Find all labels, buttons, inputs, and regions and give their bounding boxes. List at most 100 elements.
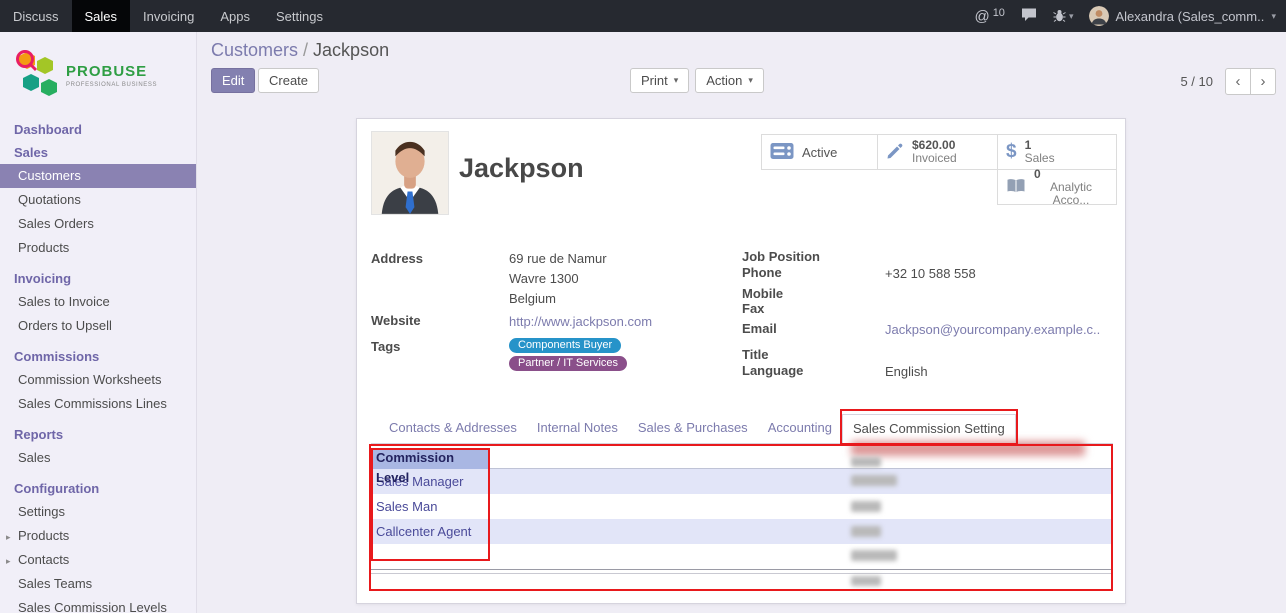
tab-accounting[interactable]: Accounting (758, 414, 842, 443)
topbar-menu-discuss[interactable]: Discuss (0, 0, 72, 32)
sidebar: PROBUSE PROFESSIONAL BUSINESS Dashboard … (0, 32, 197, 613)
address-line-3[interactable]: Belgium (509, 291, 556, 306)
tab-internal-notes[interactable]: Internal Notes (527, 414, 628, 443)
mentions-button[interactable]: @ 10 (974, 8, 1004, 25)
tag-components-buyer[interactable]: Components Buyer (509, 338, 621, 353)
topbar-menu-apps[interactable]: Apps (207, 0, 263, 32)
sidebar-item-label: Products (18, 528, 69, 543)
expand-caret-icon[interactable]: ▸ (6, 529, 11, 545)
sidebar-item-quotations[interactable]: Quotations (0, 188, 196, 212)
logo-subtitle: PROFESSIONAL BUSINESS (66, 82, 157, 88)
user-menu[interactable]: Alexandra (Sales_comm... ▾ (1089, 6, 1276, 26)
redacted-value-blur (851, 526, 881, 537)
record-title: Jackpson (459, 153, 584, 184)
main-content: Customers/Jackpson Edit Create Print ▾ A… (197, 32, 1286, 613)
analytic-accounts-stat-button[interactable]: 0 Analytic Acco... (997, 169, 1117, 205)
sidebar-item-sales-teams[interactable]: Sales Teams (0, 572, 196, 596)
address-line-2[interactable]: Wavre 1300 (509, 271, 579, 286)
sidebar-heading-invoicing[interactable]: Invoicing (0, 267, 196, 290)
print-dropdown-button[interactable]: Print ▾ (630, 68, 689, 93)
chevron-down-icon: ▾ (1271, 11, 1276, 22)
bug-icon (1053, 8, 1066, 25)
breadcrumb-current: Jackpson (313, 40, 389, 60)
mention-count-badge: 10 (993, 7, 1005, 19)
tab-label: Sales Commission Setting (853, 421, 1005, 436)
stat-label: Sales (1025, 152, 1055, 165)
sidebar-item-sales-commissions-lines[interactable]: Sales Commissions Lines (0, 392, 196, 416)
expand-caret-icon[interactable]: ▸ (6, 553, 11, 569)
phone-value[interactable]: +32 10 588 558 (885, 266, 976, 281)
topbar-menu-invoicing[interactable]: Invoicing (130, 0, 207, 32)
stat-label: Invoiced (912, 152, 957, 165)
tags-label: Tags (371, 339, 400, 354)
topbar-menu-sales[interactable]: Sales (72, 0, 131, 32)
redacted-value-blur (851, 475, 897, 486)
breadcrumb-customers-link[interactable]: Customers (211, 40, 298, 60)
sidebar-heading-dashboard[interactable]: Dashboard (0, 118, 196, 141)
invoiced-stat-button[interactable]: $620.00 Invoiced (877, 134, 998, 170)
commission-level-column-header[interactable]: Commission Level (371, 448, 490, 469)
sidebar-heading-configuration[interactable]: Configuration (0, 477, 196, 500)
pager-previous-button[interactable]: ‹ (1225, 68, 1251, 95)
stat-value: 0 (1034, 168, 1041, 181)
notebook-tabs: Contacts & Addresses Internal Notes Sale… (371, 414, 1113, 444)
website-label: Website (371, 313, 421, 328)
sidebar-item-config-contacts[interactable]: ▸ Contacts (0, 548, 196, 572)
sidebar-heading-reports[interactable]: Reports (0, 423, 196, 446)
sidebar-item-config-products[interactable]: ▸ Products (0, 524, 196, 548)
debug-menu-button[interactable]: ▾ (1053, 8, 1074, 25)
address-label: Address (371, 251, 423, 266)
topbar-right: @ 10 ▾ Alexandra (Sales_comm... ▾ (974, 0, 1286, 32)
pager-next-button[interactable]: › (1250, 68, 1276, 95)
sidebar-item-orders-to-upsell[interactable]: Orders to Upsell (0, 314, 196, 338)
sidebar-item-customers[interactable]: Customers (0, 164, 196, 188)
at-icon: @ (974, 8, 989, 25)
chevron-down-icon: ▾ (1069, 11, 1074, 22)
table-row[interactable]: Callcenter Agent (371, 519, 1113, 544)
sidebar-item-products[interactable]: Products (0, 236, 196, 260)
sidebar-section-sales: Sales Customers Quotations Sales Orders … (0, 141, 196, 260)
table-row[interactable]: Sales Manager (371, 469, 1113, 494)
sidebar-item-commission-worksheets[interactable]: Commission Worksheets (0, 368, 196, 392)
tags-field: Components Buyer Partner / IT Services (509, 338, 627, 371)
commission-level-cell: Callcenter Agent (371, 519, 490, 544)
email-link[interactable]: Jackpson@yourcompany.example.c.. (885, 322, 1100, 337)
chevron-down-icon: ▾ (674, 75, 679, 86)
topbar-menu-settings[interactable]: Settings (263, 0, 336, 32)
messages-button[interactable] (1021, 7, 1037, 25)
sidebar-item-settings[interactable]: Settings (0, 500, 196, 524)
sidebar-item-sales-to-invoice[interactable]: Sales to Invoice (0, 290, 196, 314)
customer-photo[interactable] (371, 131, 449, 215)
sidebar-item-reports-sales[interactable]: Sales (0, 446, 196, 470)
book-icon (1006, 178, 1026, 197)
title-label: Title (742, 347, 769, 362)
active-stat-button[interactable]: Active (761, 134, 878, 170)
stat-label: Active (802, 145, 837, 160)
stat-label: Analytic Acco... (1034, 181, 1108, 207)
sidebar-item-sales-orders[interactable]: Sales Orders (0, 212, 196, 236)
edit-button[interactable]: Edit (211, 68, 255, 93)
redacted-value-blur (851, 457, 881, 467)
table-row-empty[interactable] (371, 544, 1113, 569)
sidebar-heading-sales[interactable]: Sales (0, 141, 196, 164)
language-value[interactable]: English (885, 364, 928, 379)
action-buttons-group: Print ▾ Action ▾ (630, 68, 764, 93)
create-button[interactable]: Create (258, 68, 319, 93)
sidebar-section-commissions: Commissions Commission Worksheets Sales … (0, 345, 196, 416)
phone-label: Phone (742, 265, 782, 280)
breadcrumb-separator: / (303, 40, 308, 60)
sidebar-item-sales-commission-levels[interactable]: Sales Commission Levels (0, 596, 196, 613)
user-avatar (1089, 6, 1109, 26)
sidebar-section-invoicing: Invoicing Sales to Invoice Orders to Ups… (0, 267, 196, 338)
table-row[interactable]: Sales Man (371, 494, 1113, 519)
tab-contacts-addresses[interactable]: Contacts & Addresses (379, 414, 527, 443)
sales-stat-button[interactable]: $ 1 Sales (997, 134, 1117, 170)
sidebar-heading-commissions[interactable]: Commissions (0, 345, 196, 368)
action-dropdown-button[interactable]: Action ▾ (695, 68, 764, 93)
tab-sales-purchases[interactable]: Sales & Purchases (628, 414, 758, 443)
website-link[interactable]: http://www.jackpson.com (509, 314, 652, 329)
tag-partner-it-services[interactable]: Partner / IT Services (509, 356, 627, 371)
tab-sales-commission-setting[interactable]: Sales Commission Setting (842, 414, 1016, 444)
address-line-1[interactable]: 69 rue de Namur (509, 251, 607, 266)
pager-value: 5 / 10 (1180, 74, 1213, 89)
